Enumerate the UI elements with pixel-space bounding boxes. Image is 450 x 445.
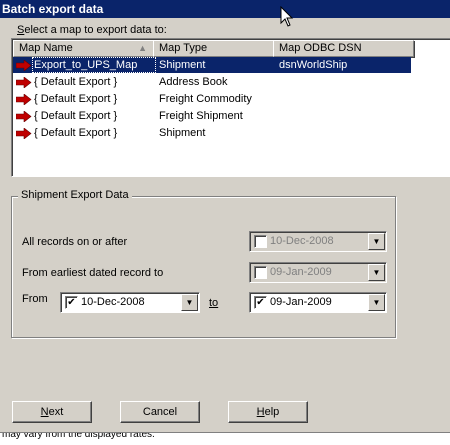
red-arrow-icon xyxy=(16,93,32,105)
to-checkbox[interactable]: ✔ xyxy=(254,296,267,309)
from-date-picker[interactable]: ✔ 10-Dec-2008 ▼ xyxy=(60,292,200,313)
from-label: From xyxy=(22,293,48,305)
cancel-button[interactable]: Cancel xyxy=(120,401,200,423)
list-row[interactable]: { Default Export } Freight Commodity xyxy=(13,91,411,107)
column-header-map-name[interactable]: Map Name ▲ xyxy=(13,40,154,57)
list-hint: Select a map to export data to: xyxy=(17,24,167,36)
chevron-down-icon[interactable]: ▼ xyxy=(368,233,385,250)
red-arrow-icon xyxy=(16,110,32,122)
background-text-strip: may vary from the displayed rates. xyxy=(0,432,450,445)
all-records-checkbox[interactable] xyxy=(254,235,267,248)
to-date-picker[interactable]: ✔ 09-Jan-2009 ▼ xyxy=(249,292,387,313)
chevron-down-icon[interactable]: ▼ xyxy=(181,294,198,311)
red-arrow-icon xyxy=(16,76,32,88)
next-button[interactable]: Next xyxy=(12,401,92,423)
earliest-checkbox[interactable] xyxy=(254,266,267,279)
all-records-date-picker[interactable]: 10-Dec-2008 ▼ xyxy=(249,231,387,252)
background-text: may vary from the displayed rates. xyxy=(2,432,155,440)
red-arrow-icon xyxy=(16,59,32,71)
title-bar[interactable]: Batch export data xyxy=(0,0,450,18)
help-button[interactable]: Help xyxy=(228,401,308,423)
list-row[interactable]: { Default Export } Freight Shipment xyxy=(13,108,411,124)
map-list[interactable]: Map Name ▲ Map Type Map ODBC DSN Export_… xyxy=(11,38,450,177)
earliest-date-picker[interactable]: 09-Jan-2009 ▼ xyxy=(249,262,387,283)
mouse-cursor-icon xyxy=(280,6,294,27)
column-header-map-dsn[interactable]: Map ODBC DSN xyxy=(273,40,414,57)
list-row[interactable]: { Default Export } Address Book xyxy=(13,74,411,90)
list-row[interactable]: { Default Export } Shipment xyxy=(13,125,411,141)
list-row[interactable]: Export_to_UPS_Map Shipment dsnWorldShip xyxy=(13,57,411,73)
chevron-down-icon[interactable]: ▼ xyxy=(368,264,385,281)
list-header: Map Name ▲ Map Type Map ODBC DSN xyxy=(13,40,450,57)
column-header-map-type[interactable]: Map Type xyxy=(153,40,274,57)
chevron-down-icon[interactable]: ▼ xyxy=(368,294,385,311)
sort-ascending-icon: ▲ xyxy=(138,43,147,53)
group-title: Shipment Export Data xyxy=(18,189,132,201)
from-checkbox[interactable]: ✔ xyxy=(65,296,78,309)
to-label: to xyxy=(209,297,219,309)
red-arrow-icon xyxy=(16,127,32,139)
earliest-label: From earliest dated record to xyxy=(22,267,164,279)
window-title: Batch export data xyxy=(2,2,104,16)
all-records-label: All records on or after xyxy=(22,236,128,248)
